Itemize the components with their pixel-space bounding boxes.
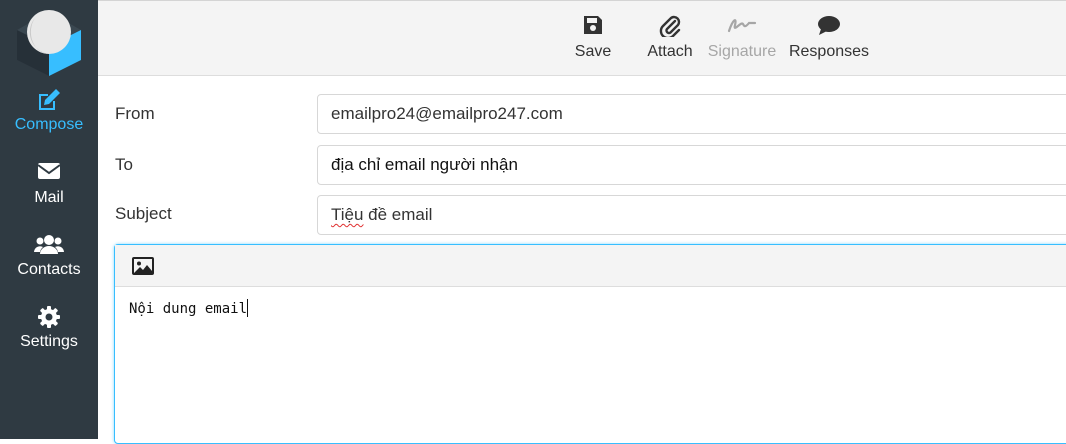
subject-field[interactable]: Tiệu đề email (317, 195, 1066, 235)
users-icon (0, 233, 98, 259)
from-value: emailpro24@emailpro247.com (331, 104, 563, 123)
signature-button[interactable]: Signature (705, 15, 779, 61)
sidebar-item-settings[interactable]: Settings (0, 305, 98, 351)
to-field[interactable]: địa chỉ email người nhận (317, 145, 1066, 185)
responses-button[interactable]: Responses (787, 15, 871, 61)
app-logo[interactable] (15, 8, 83, 76)
editor-toolbar (115, 245, 1066, 287)
compose-icon (0, 88, 98, 114)
sidebar-item-compose[interactable]: Compose (0, 88, 98, 134)
signature-icon (705, 15, 779, 43)
comment-icon (787, 15, 871, 43)
paperclip-icon (643, 15, 697, 43)
subject-misspelled-word: Tiệu (331, 205, 364, 224)
responses-label: Responses (788, 43, 870, 60)
sidebar: Compose Mail Contacts Settings (0, 0, 98, 439)
attach-button[interactable]: Attach (643, 15, 697, 61)
attach-label: Attach (647, 43, 693, 60)
save-button[interactable]: Save (571, 15, 615, 61)
image-icon[interactable] (131, 256, 155, 276)
sidebar-item-label: Mail (34, 189, 64, 206)
to-value: địa chỉ email người nhận (331, 155, 518, 174)
to-label: To (115, 155, 133, 174)
subject-rest: đề email (363, 205, 433, 224)
from-label: From (115, 104, 155, 123)
envelope-icon (0, 161, 98, 187)
gear-icon (0, 305, 98, 331)
body-text: Nội dung email (129, 301, 248, 317)
editor-body[interactable]: Nội dung email (115, 287, 1066, 329)
message-editor[interactable]: Nội dung email (114, 244, 1066, 444)
sidebar-item-label: Contacts (17, 261, 81, 278)
signature-label: Signature (707, 43, 777, 60)
compose-toolbar: Save Attach Signature Responses (98, 0, 1066, 76)
save-label: Save (574, 43, 612, 60)
sidebar-item-label: Compose (14, 116, 84, 133)
text-caret (247, 299, 249, 317)
subject-label: Subject (115, 204, 172, 223)
sidebar-item-label: Settings (20, 333, 78, 350)
sidebar-item-mail[interactable]: Mail (0, 161, 98, 207)
floppy-disk-icon (571, 15, 615, 43)
from-field[interactable]: emailpro24@emailpro247.com (317, 94, 1066, 134)
sidebar-item-contacts[interactable]: Contacts (0, 233, 98, 279)
